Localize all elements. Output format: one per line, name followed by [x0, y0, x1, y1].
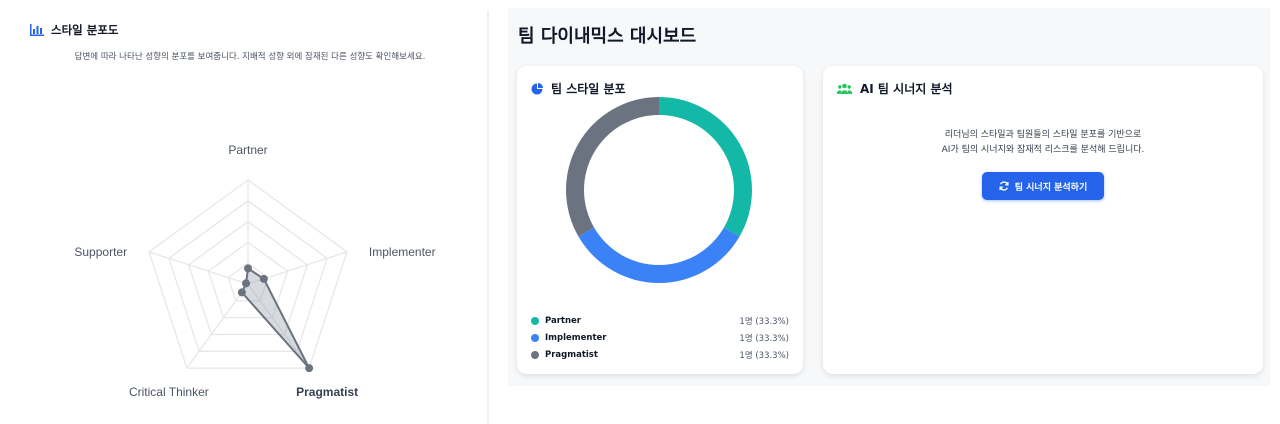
radar-spoke — [148, 251, 249, 285]
radar-axis-label-partner: Partner — [228, 143, 267, 157]
legend-value: 1명 (33.3%) — [739, 316, 789, 327]
legend-item[interactable]: Implementer 1명 (33.3%) — [531, 329, 789, 346]
radar-axis-label-pragmatist: Pragmatist — [296, 385, 358, 399]
legend-dot — [531, 316, 539, 325]
ai-synergy-card: AI 팀 시너지 분석 리더님의 스타일과 팀원들의 스타일 분포를 기반으로 … — [823, 66, 1263, 374]
team-style-donut-chart — [566, 97, 752, 284]
donut-legend: Partner 1명 (33.3%) Implementer 1명 (33.3%) Pr… — [531, 312, 789, 363]
team-style-card: 팀 스타일 분포 Partner 1명 (33.3%) Implementer 1명 … — [517, 66, 803, 374]
legend-value: 1명 (33.3%) — [739, 350, 789, 361]
analyze-synergy-button-label: 팀 시너지 분석하기 — [1014, 182, 1088, 193]
radar-spoke — [186, 283, 249, 369]
radar-axis-label-supporter: Supporter — [74, 245, 127, 259]
radar-chart: Partner Implementer Pragmatist Critical Thi… — [74, 143, 436, 399]
legend-dot — [531, 333, 539, 342]
legend-item[interactable]: Partner 1명 (33.3%) — [531, 312, 789, 329]
legend-dot — [531, 350, 539, 359]
radar-value-point — [305, 364, 314, 373]
radar-axis-label-implementer: Implementer — [369, 245, 436, 259]
radar-panel: 스타일 분포도 답변에 따라 나타난 성향의 분포를 보여줍니다. 지배적 성향… — [0, 0, 487, 424]
legend-item[interactable]: Pragmatist 1명 (33.3%) — [531, 346, 789, 363]
legend-label: Implementer — [545, 332, 607, 343]
donut-slice-pragmatist[interactable] — [566, 97, 659, 237]
radar-value-point — [237, 288, 246, 297]
ai-synergy-description: 리더님의 스타일과 팀원들의 스타일 분포를 기반으로 AI가 팀의 시너지와 … — [823, 128, 1263, 158]
radar-axis-label-critical-thinker: Critical Thinker — [129, 385, 209, 399]
radar-value-point — [242, 279, 251, 288]
refresh-icon — [999, 181, 1009, 191]
ai-synergy-card-title: AI 팀 시너지 분석 — [860, 82, 953, 96]
legend-label: Pragmatist — [545, 349, 598, 360]
radar-value-point — [244, 264, 252, 273]
ai-desc-line1: 리더님의 스타일과 팀원들의 스타일 분포를 기반으로 — [944, 130, 1142, 140]
ai-synergy-card-header: AI 팀 시너지 분석 — [837, 80, 953, 97]
donut-slice-implementer[interactable] — [578, 227, 740, 284]
ai-desc-line2: AI가 팀의 시너지와 잠재적 리스크를 분석해 드립니다. — [941, 145, 1145, 155]
legend-label: Partner — [545, 315, 582, 326]
dashboard-title: 팀 다이내믹스 대시보드 — [518, 26, 697, 47]
donut-slice-partner[interactable] — [659, 97, 752, 237]
users-icon — [837, 83, 852, 94]
team-dashboard: 팀 다이내믹스 대시보드 팀 스타일 분포 Partner 1명 (33.3%) I… — [508, 8, 1270, 386]
legend-value: 1명 (33.3%) — [739, 333, 789, 344]
radar-value-point — [259, 274, 268, 283]
analyze-synergy-button[interactable]: 팀 시너지 분석하기 — [982, 172, 1104, 200]
panel-divider — [487, 10, 489, 424]
